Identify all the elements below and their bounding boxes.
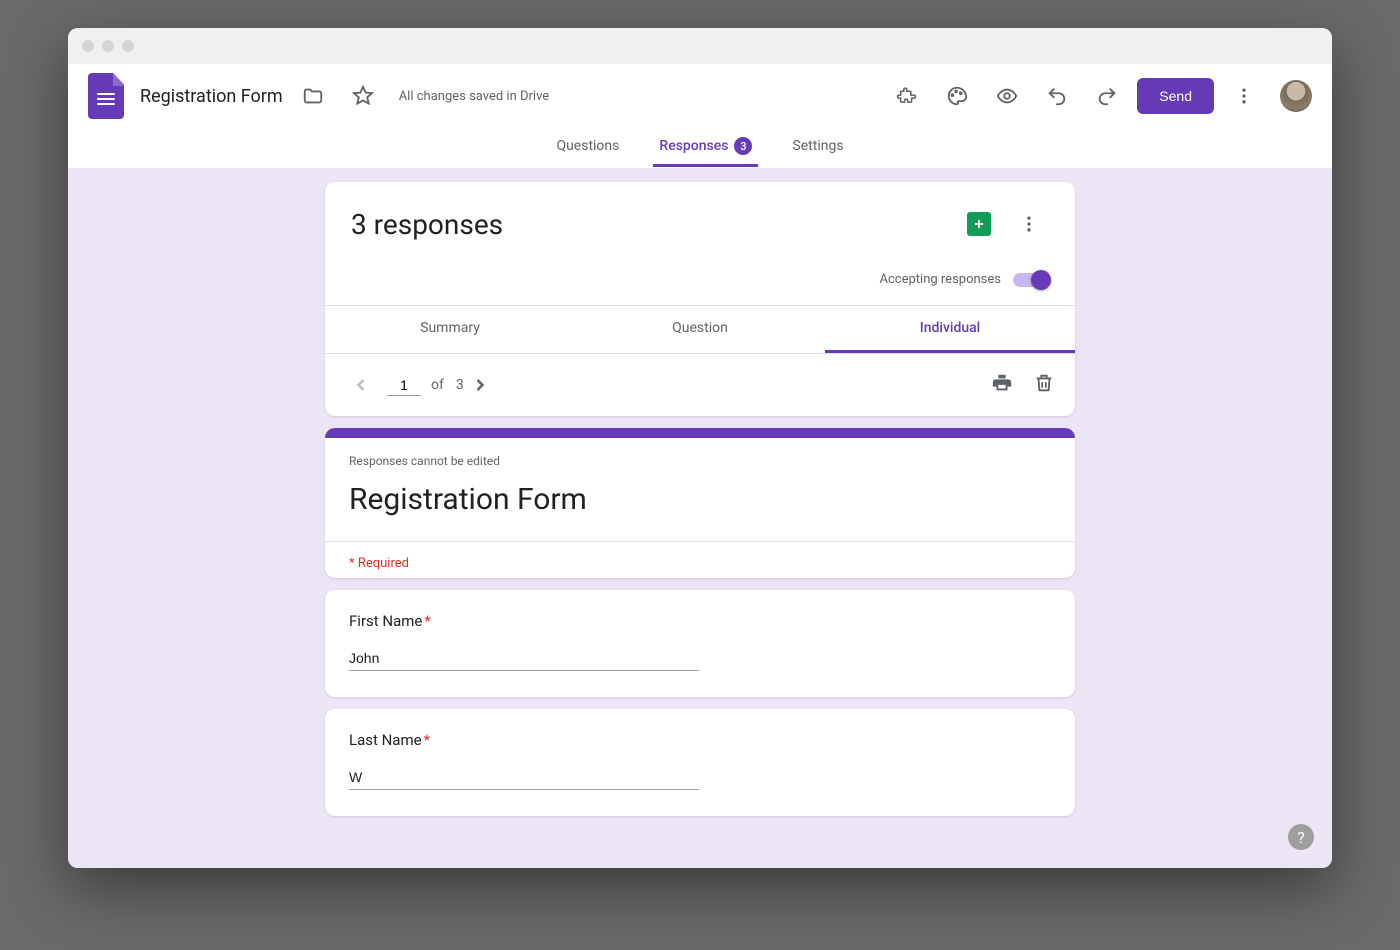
accepting-toggle[interactable] — [1013, 273, 1049, 287]
responses-subtabs: Summary Question Individual — [325, 305, 1075, 353]
next-response-icon[interactable] — [464, 375, 496, 395]
edit-note: Responses cannot be edited — [349, 454, 1051, 468]
accepting-label: Accepting responses — [880, 272, 1002, 287]
tab-questions[interactable]: Questions — [550, 128, 625, 167]
form-title[interactable]: Registration Form — [140, 86, 283, 107]
window-close-dot[interactable] — [82, 40, 94, 52]
create-spreadsheet-icon[interactable] — [967, 212, 991, 236]
addons-icon[interactable] — [887, 76, 927, 116]
subtab-individual[interactable]: Individual — [825, 306, 1075, 353]
required-legend: * Required — [325, 541, 1075, 578]
form-accent-stripe — [325, 428, 1075, 438]
responses-count-title: 3 responses — [351, 208, 967, 241]
question-label: Last Name* — [349, 731, 1051, 749]
star-icon[interactable] — [343, 76, 383, 116]
avatar[interactable] — [1280, 80, 1312, 112]
response-index-input[interactable] — [387, 375, 421, 396]
move-to-folder-icon[interactable] — [293, 76, 333, 116]
form-display-title: Registration Form — [349, 482, 1051, 517]
delete-response-icon[interactable] — [1033, 372, 1055, 398]
form-header-card: Responses cannot be edited Registration … — [325, 428, 1075, 578]
window-titlebar — [68, 28, 1332, 64]
tab-responses-label: Responses — [659, 138, 728, 154]
more-menu-icon[interactable] — [1224, 76, 1264, 116]
window-max-dot[interactable] — [122, 40, 134, 52]
print-icon[interactable] — [991, 372, 1013, 398]
canvas: 3 responses Accepting responses Summary … — [68, 168, 1332, 868]
window-min-dot[interactable] — [102, 40, 114, 52]
send-button[interactable]: Send — [1137, 78, 1214, 114]
required-star-icon: * — [424, 612, 430, 630]
forms-logo-icon[interactable] — [88, 73, 124, 119]
help-icon[interactable]: ? — [1288, 824, 1314, 850]
main-tabs: Questions Responses 3 Settings — [68, 128, 1332, 168]
tab-responses[interactable]: Responses 3 — [653, 128, 758, 167]
required-star-icon: * — [424, 731, 430, 749]
pager-of-label: of — [431, 377, 444, 393]
theme-icon[interactable] — [937, 76, 977, 116]
redo-icon[interactable] — [1087, 76, 1127, 116]
tab-settings[interactable]: Settings — [786, 128, 849, 167]
app-window: Registration Form All changes saved in D… — [68, 28, 1332, 868]
responses-more-icon[interactable] — [1009, 204, 1049, 244]
pager-total: 3 — [456, 377, 464, 393]
response-pager: of 3 — [325, 353, 1075, 416]
save-status: All changes saved in Drive — [399, 89, 550, 104]
prev-response-icon[interactable] — [345, 375, 377, 395]
question-label: First Name* — [349, 612, 1051, 630]
app-bar: Registration Form All changes saved in D… — [68, 64, 1332, 128]
question-card: Last Name* — [325, 709, 1075, 816]
responses-card: 3 responses Accepting responses Summary … — [325, 182, 1075, 416]
answer-field — [349, 767, 699, 790]
question-card: First Name* — [325, 590, 1075, 697]
subtab-summary[interactable]: Summary — [325, 306, 575, 353]
subtab-question[interactable]: Question — [575, 306, 825, 353]
responses-count-badge: 3 — [734, 137, 752, 155]
answer-field — [349, 648, 699, 671]
preview-icon[interactable] — [987, 76, 1027, 116]
accepting-row: Accepting responses — [325, 244, 1075, 305]
undo-icon[interactable] — [1037, 76, 1077, 116]
